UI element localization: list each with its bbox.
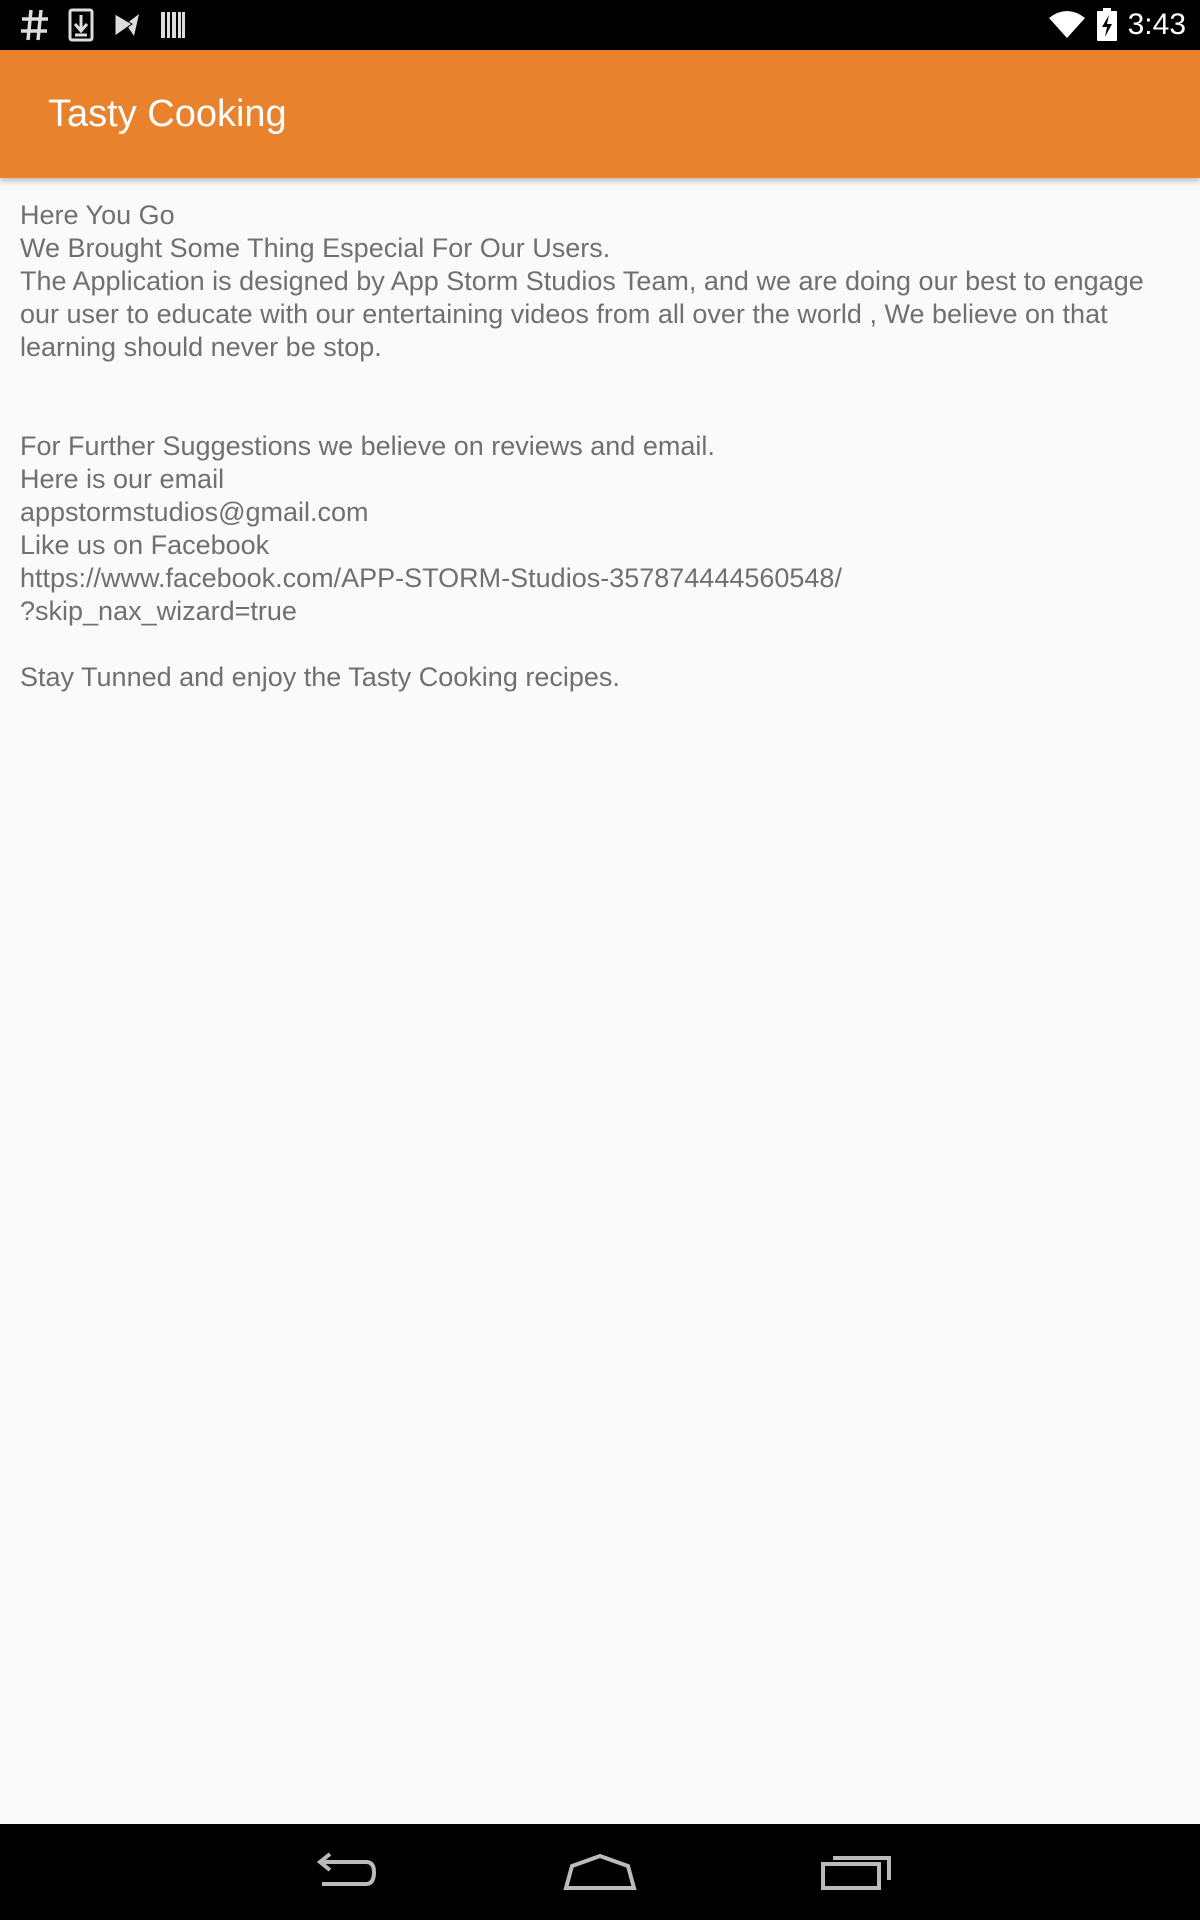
closing-line: Stay Tunned and enjoy the Tasty Cooking … xyxy=(20,662,620,692)
description-paragraph: The Application is designed by App Storm… xyxy=(20,266,1144,362)
system-status: 3:43 xyxy=(1048,0,1186,50)
screen: 3:43 Tasty Cooking Here You Go We Brough… xyxy=(0,0,1200,1920)
navigation-bar xyxy=(0,1824,1200,1920)
home-button[interactable] xyxy=(555,1842,645,1902)
download-icon xyxy=(68,8,94,42)
suggestions-line: For Further Suggestions we believe on re… xyxy=(20,431,715,461)
intro-line: We Brought Some Thing Especial For Our U… xyxy=(20,233,611,263)
back-icon xyxy=(316,1852,377,1886)
email-label: Here is our email xyxy=(20,464,225,494)
hash-icon xyxy=(20,8,50,42)
facebook-link[interactable]: https://www.facebook.com/APP-STORM-Studi… xyxy=(20,562,1180,595)
home-icon xyxy=(563,1853,637,1890)
play-store-icon xyxy=(112,10,142,40)
battery-charging-icon xyxy=(1096,8,1118,42)
recents-button[interactable] xyxy=(812,1842,902,1902)
status-bar: 3:43 xyxy=(0,0,1200,50)
greeting-line: Here You Go xyxy=(20,200,175,230)
app-bar: Tasty Cooking xyxy=(0,50,1200,178)
facebook-label: Like us on Facebook xyxy=(20,530,270,560)
barcode-icon xyxy=(160,10,186,40)
status-time: 3:43 xyxy=(1127,8,1186,41)
app-title: Tasty Cooking xyxy=(48,93,287,135)
back-button[interactable] xyxy=(298,1842,388,1902)
wifi-icon xyxy=(1048,10,1086,40)
facebook-link-continued[interactable]: ?skip_nax_wizard=true xyxy=(20,595,1180,628)
notification-icons xyxy=(20,6,186,44)
about-text: Here You Go We Brought Some Thing Especi… xyxy=(20,199,1180,694)
email-link[interactable]: appstormstudios@gmail.com xyxy=(20,496,1180,529)
recents-icon xyxy=(821,1856,891,1890)
